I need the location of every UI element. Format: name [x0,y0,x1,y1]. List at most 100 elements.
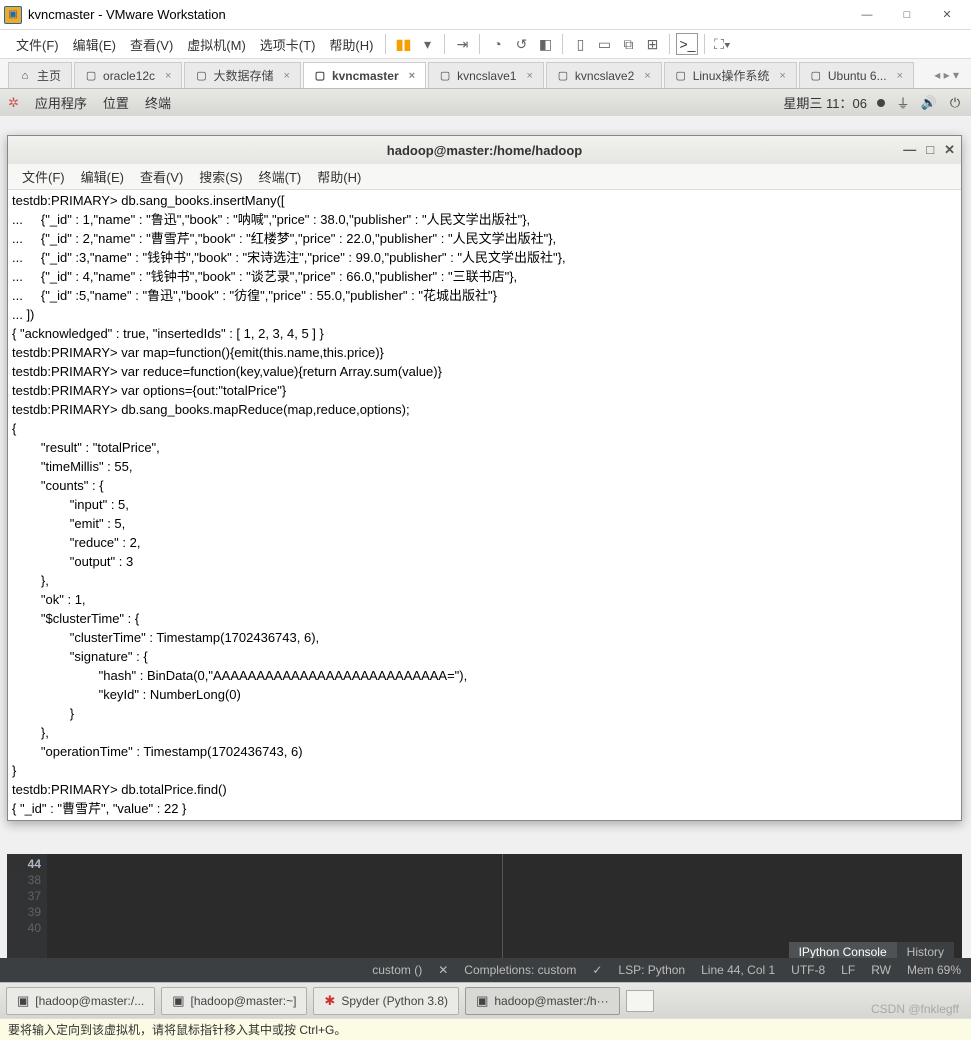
workspace-switcher[interactable] [626,990,654,1012]
tab-label: Linux操作系统 [693,67,770,84]
tab-label: kvncslave2 [575,69,634,83]
tab-label: Ubuntu 6... [828,69,887,83]
dropdown-icon[interactable]: ▾ [416,33,438,55]
right-panel: IPython Console History [502,854,962,964]
gutter-line: 37 [7,888,41,904]
task-label: [hadoop@master:/... [35,994,144,1008]
menu-file[interactable]: 文件(F) [10,31,65,58]
task-item[interactable]: ▣hadoop@master:/h··· [465,987,620,1015]
terminal-titlebar[interactable]: hadoop@master:/home/hadoop — □ ✕ [8,136,961,164]
tab-kvncslave2[interactable]: ▢ kvncslave2 × [546,62,662,88]
gnome-places[interactable]: 位置 [103,93,129,112]
tab-ubuntu[interactable]: ▢Ubuntu 6...× [799,62,914,88]
terminal-icon: ▣ [17,993,29,1009]
tab-bigdata[interactable]: ▢ 大数据存储 × [184,62,300,88]
close-icon[interactable]: × [409,70,415,82]
terminal-body[interactable]: testdb:PRIMARY> db.sang_books.insertMany… [8,190,961,820]
editor-dark-panel: 44 38 37 39 40 IPython Console History [7,854,962,964]
panel2-icon[interactable]: ▭ [593,33,615,55]
term-menu-terminal[interactable]: 终端(T) [253,165,308,188]
tab-label: kvncmaster [332,69,399,83]
terminal-content: testdb:PRIMARY> db.sang_books.insertMany… [12,193,566,820]
minimize-icon[interactable]: — [903,142,916,158]
network-icon[interactable]: ⏚ [895,95,911,111]
tab-label: kvncslave1 [457,69,516,83]
term-menu-search[interactable]: 搜索(S) [193,165,248,188]
task-item[interactable]: ✱ Spyder (Python 3.8) [313,987,459,1015]
gnome-apps[interactable]: 应用程序 [35,93,87,112]
maximize-icon[interactable]: □ [926,142,934,158]
menu-tabs[interactable]: 选项卡(T) [254,31,322,58]
maximize-button[interactable]: □ [887,1,927,29]
tab-label: oracle12c [103,69,155,83]
vm-icon: ▢ [675,70,687,82]
terminal-icon: ▣ [172,993,184,1009]
record-dot-icon [877,99,885,107]
close-icon[interactable]: × [284,70,290,82]
status-lsp: LSP: Python [618,963,685,977]
task-label: Spyder (Python 3.8) [341,994,448,1008]
menu-edit[interactable]: 编辑(E) [67,31,122,58]
tab-strip: ⌂主页 ▢ oracle12c × ▢ 大数据存储 × ▢ kvncmaster × ▢ kv… [0,58,971,88]
term-menu-help[interactable]: 帮助(H) [311,165,367,188]
vm-icon: ▢ [314,70,326,82]
close-icon[interactable]: × [644,70,650,82]
task-label: [hadoop@master:~] [191,994,297,1008]
main-menubar: 文件(F) 编辑(E) 查看(V) 虚拟机(M) 选项卡(T) 帮助(H) ▮▮… [0,30,971,58]
tab-oracle12c[interactable]: ▢ oracle12c × [74,62,182,88]
minimize-button[interactable]: — [847,1,887,29]
vmware-hint: 要将输入定向到该虚拟机，请将鼠标指针移入其中或按 Ctrl+G。 [0,1018,971,1040]
home-icon: ⌂ [19,70,31,82]
tab-nav[interactable]: ◂ ▸ ▾ [930,62,963,88]
tab-linux[interactable]: ▢ Linux操作系统 × [664,62,797,88]
send-icon[interactable]: ⇥ [451,33,473,55]
status-lineend: LF [841,963,855,977]
gutter-line: 44 [7,856,41,872]
close-icon[interactable]: × [165,70,171,82]
panel1-icon[interactable]: ▯ [569,33,591,55]
menu-vm[interactable]: 虚拟机(M) [181,31,252,58]
gutter-line: 40 [7,920,41,936]
status-custom[interactable]: custom () [372,963,422,977]
line-gutter: 44 38 37 39 40 [7,854,47,964]
pause-icon[interactable]: ▮▮ [392,33,414,55]
manage-icon[interactable]: ◧ [534,33,556,55]
console-icon[interactable]: >_ [676,33,698,55]
task-item[interactable]: ▣ [hadoop@master:~] [161,987,307,1015]
snapshot-icon[interactable]: ◔ [486,33,508,55]
panel3-icon[interactable]: ⧉ [617,33,639,55]
vm-icon: ▢ [85,70,97,82]
tab-label: 大数据存储 [213,67,273,84]
gnome-terminal[interactable]: 终端 [145,93,171,112]
tab-home[interactable]: ⌂主页 [8,62,72,88]
task-item[interactable]: ▣ [hadoop@master:/... [6,987,155,1015]
tab-kvncmaster[interactable]: ▢ kvncmaster × [303,62,426,88]
close-icon[interactable]: × [897,70,903,82]
terminal-title: hadoop@master:/home/hadoop [387,143,582,158]
close-icon[interactable]: × [526,70,532,82]
volume-icon[interactable]: 🔊 [921,95,937,111]
task-label: hadoop@master:/h··· [494,994,608,1008]
close-button[interactable]: ✕ [927,1,967,29]
spyder-icon: ✱ [324,993,335,1009]
term-menu-edit[interactable]: 编辑(E) [75,165,130,188]
status-encoding: UTF-8 [791,963,825,977]
revert-icon[interactable]: ↺ [510,33,532,55]
power-icon[interactable]: ⏻ [947,95,963,111]
terminal-window: hadoop@master:/home/hadoop — □ ✕ 文件(F) 编… [7,135,962,821]
menu-view[interactable]: 查看(V) [124,31,179,58]
vm-icon: ▢ [557,70,569,82]
term-menu-view[interactable]: 查看(V) [134,165,189,188]
hint-text: 要将输入定向到该虚拟机，请将鼠标指针移入其中或按 Ctrl+G。 [8,1021,346,1038]
term-menu-file[interactable]: 文件(F) [16,165,71,188]
titlebar: ▣ kvncmaster - VMware Workstation — □ ✕ [0,0,971,30]
menu-help[interactable]: 帮助(H) [323,31,379,58]
status-position: Line 44, Col 1 [701,963,775,977]
panel4-icon[interactable]: ⊞ [641,33,663,55]
vm-icon: ▢ [195,70,207,82]
status-rw: RW [871,963,891,977]
fullscreen-icon[interactable]: ⛶▾ [711,33,733,55]
close-icon[interactable]: ✕ [944,142,955,158]
tab-kvncslave1[interactable]: ▢kvncslave1× [428,62,544,88]
close-icon[interactable]: × [779,70,785,82]
